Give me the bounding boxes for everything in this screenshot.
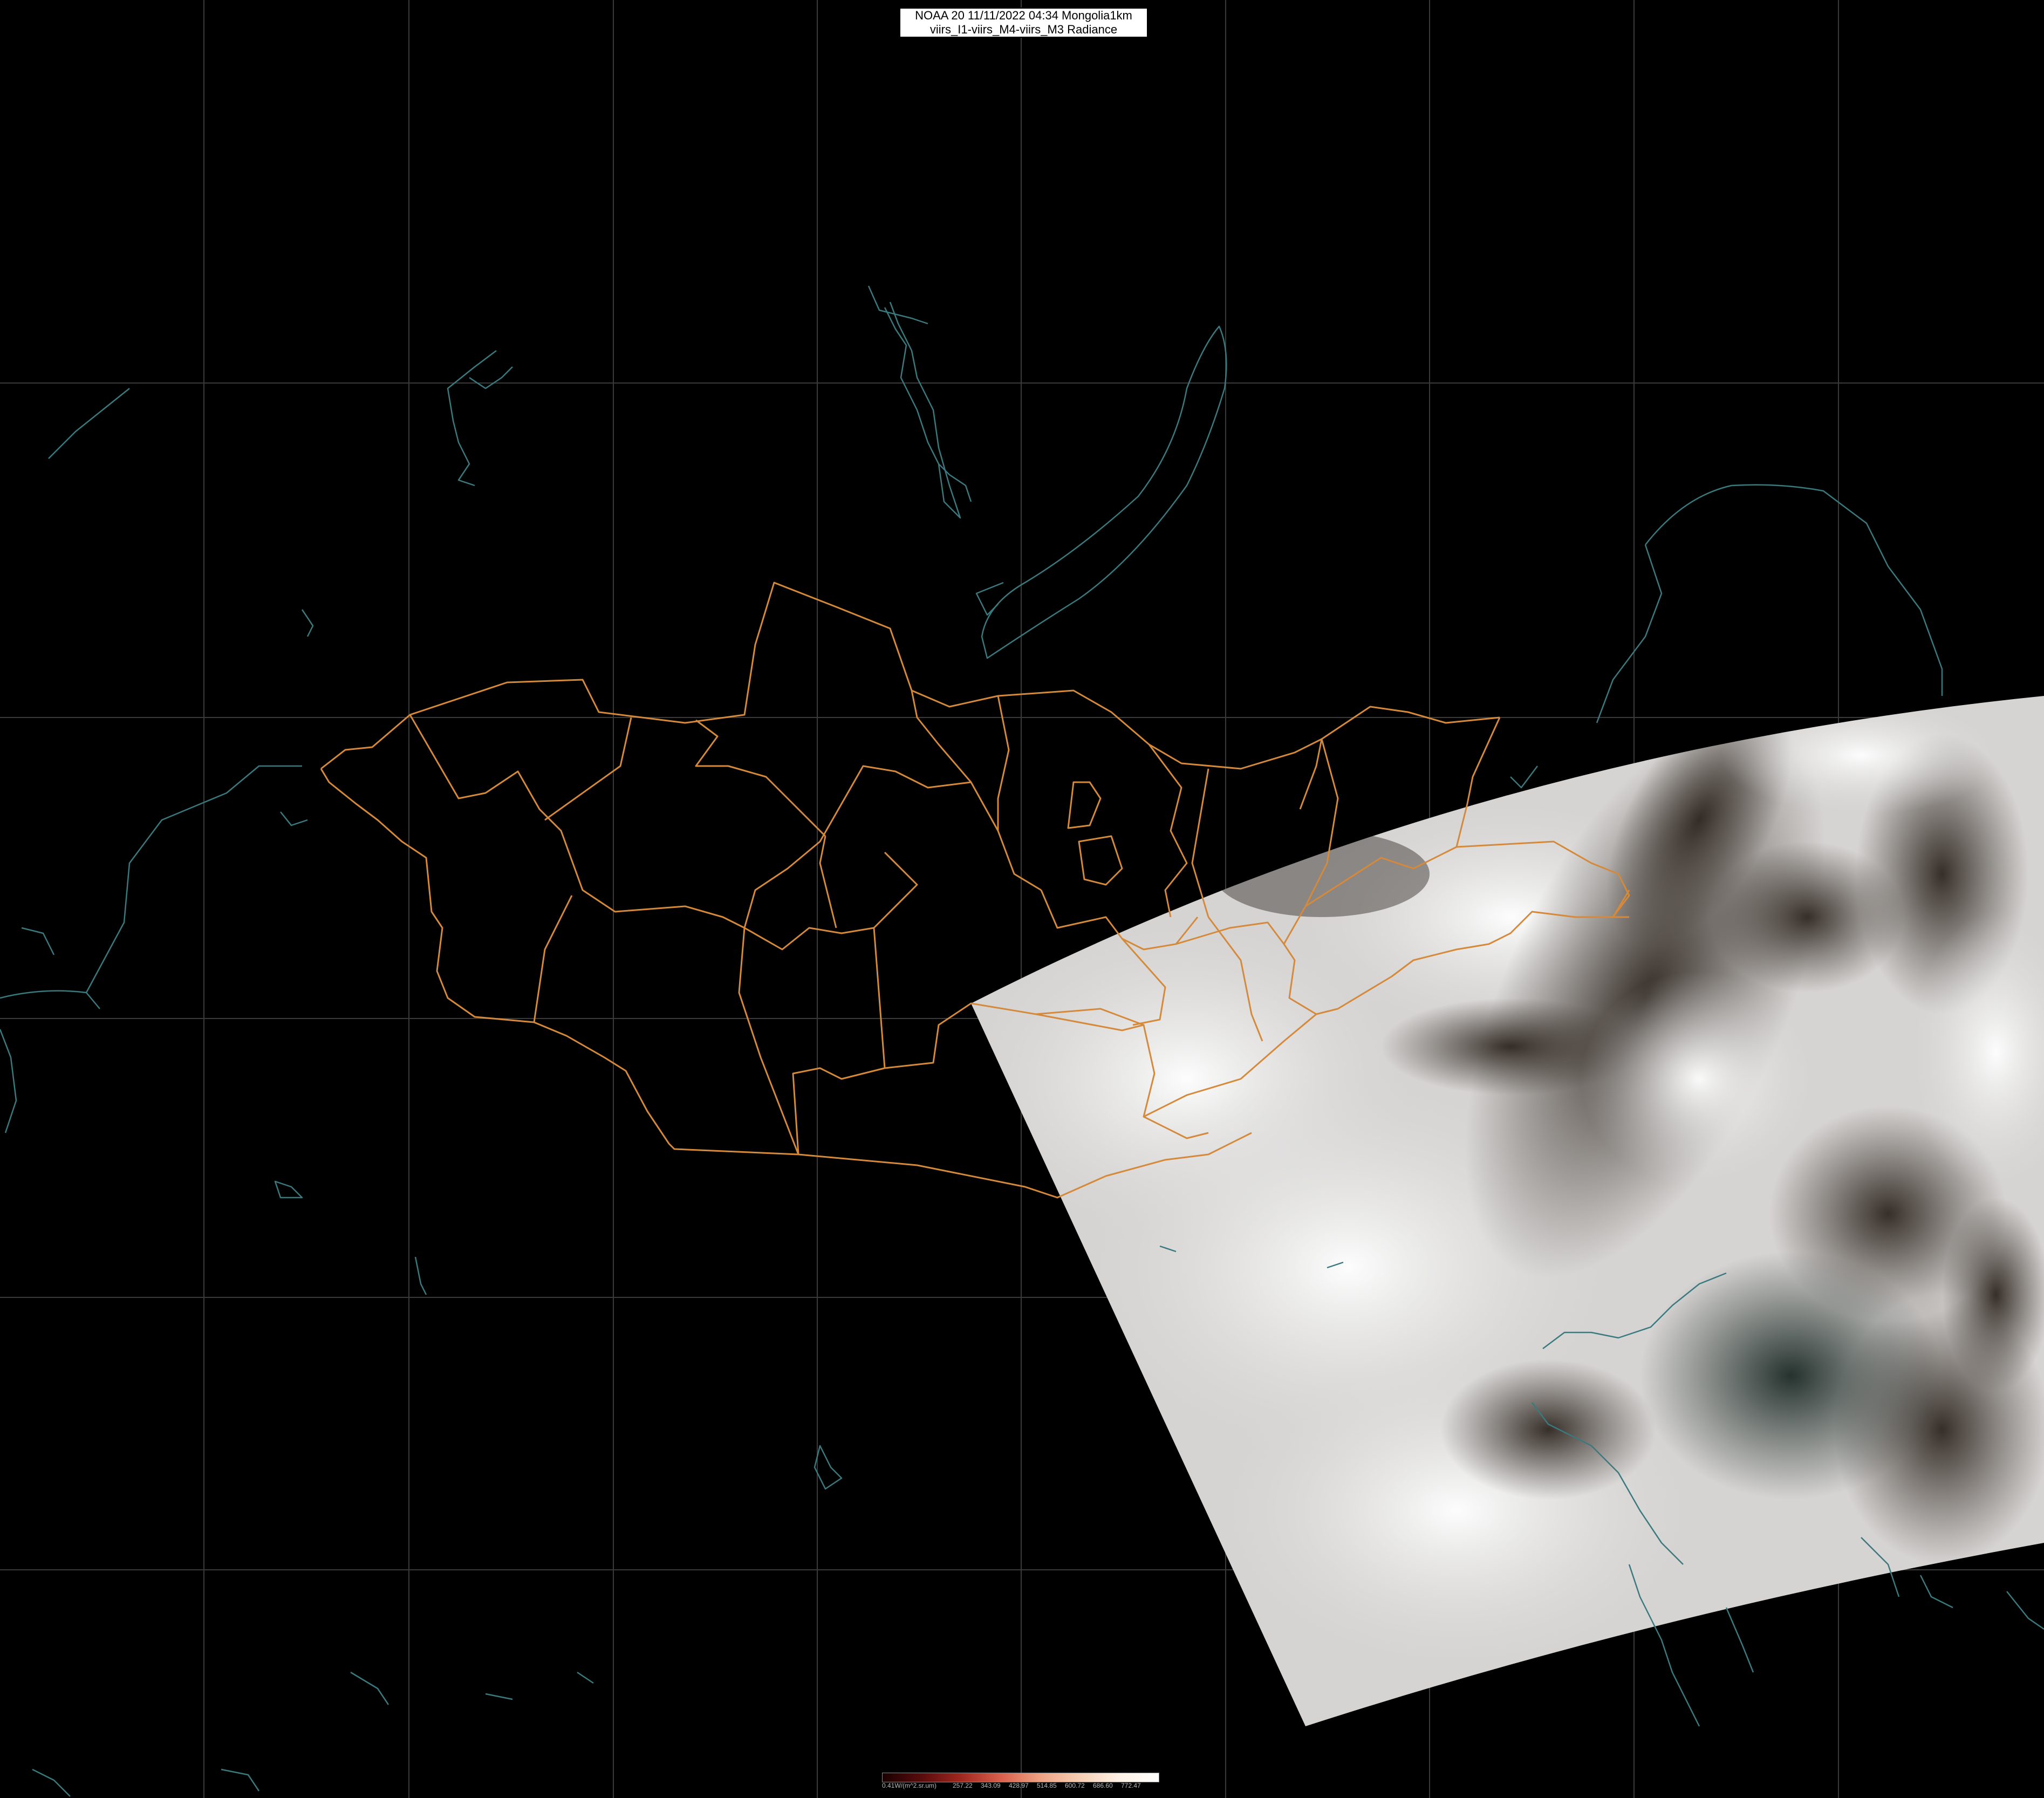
colorbar-tick: 257.22: [953, 1782, 973, 1789]
satellite-swath: [971, 696, 2044, 1726]
colorbar-tick: 686.60: [1093, 1782, 1113, 1789]
colorbar-unit-label: 0.41W/(m^2.sr.um): [882, 1782, 936, 1789]
colorbar-tick: 772.47: [1121, 1782, 1141, 1789]
radiance-colorbar: [882, 1773, 1159, 1782]
image-title-box: NOAA 20 11/11/2022 04:34 Mongolia1km vii…: [899, 8, 1148, 38]
image-title-line1: NOAA 20 11/11/2022 04:34 Mongolia1km: [915, 9, 1132, 22]
colorbar-labels: 0.41W/(m^2.sr.um) 257.22 343.09 428.97 5…: [882, 1782, 1163, 1793]
colorbar-tick: 600.72: [1065, 1782, 1085, 1789]
image-title-line2: viirs_I1-viirs_M4-viirs_M3 Radiance: [929, 23, 1118, 36]
colorbar-tick: 343.09: [981, 1782, 1001, 1789]
colorbar-tick: 428.97: [1009, 1782, 1029, 1789]
colorbar-tick: 514.85: [1037, 1782, 1057, 1789]
satellite-map: [0, 0, 2044, 1798]
